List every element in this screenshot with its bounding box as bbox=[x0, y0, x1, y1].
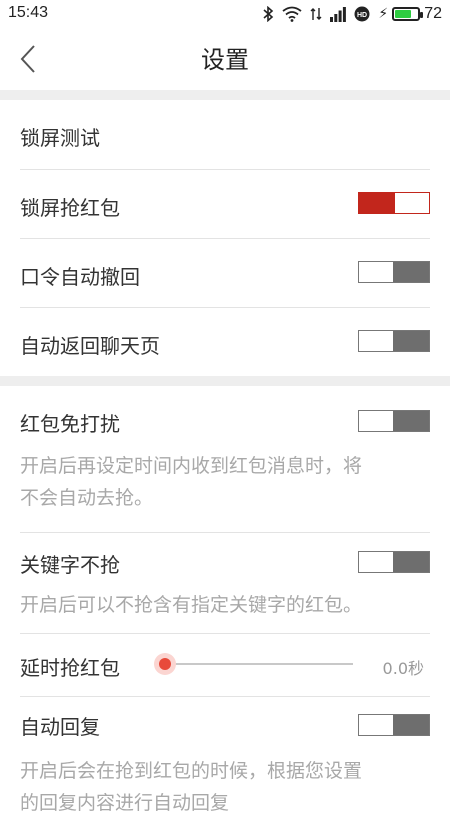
page-title: 设置 bbox=[201, 46, 249, 74]
description-line: 开启后会在抢到红包的时候，根据您设置 bbox=[20, 760, 363, 782]
wifi-icon bbox=[282, 6, 302, 22]
setting-row-keyword: 关键字不抢 开启后可以不抢含有指定关键字的红包。 bbox=[0, 533, 450, 633]
setting-label: 红包免打扰 bbox=[20, 412, 120, 436]
setting-row-dnd: 红包免打扰 开启后再设定时间内收到红包消息时，将 不会自动去抢。 bbox=[0, 386, 450, 532]
toggle-knob bbox=[393, 262, 429, 282]
dnd-toggle[interactable] bbox=[358, 410, 430, 432]
setting-row-password-recall: 口令自动撤回 bbox=[0, 239, 450, 307]
toggle-knob bbox=[393, 552, 429, 572]
toggle-knob bbox=[393, 715, 429, 735]
section-gap bbox=[0, 90, 450, 100]
setting-row-auto-reply: 自动回复 开启后会在抢到红包的时候，根据您设置 的回复内容进行自动回复 bbox=[0, 697, 450, 814]
delay-slider-thumb[interactable] bbox=[154, 653, 176, 675]
setting-label: 延时抢红包 bbox=[20, 656, 120, 680]
description-line: 的回复内容进行自动回复 bbox=[20, 792, 230, 814]
auto-reply-toggle[interactable] bbox=[358, 714, 430, 736]
toggle-knob bbox=[359, 193, 395, 213]
setting-label: 锁屏抢红包 bbox=[20, 196, 120, 220]
svg-text:HD: HD bbox=[357, 12, 367, 19]
setting-label: 口令自动撤回 bbox=[20, 265, 140, 289]
header: 设置 bbox=[0, 28, 450, 90]
status-time: 15:43 bbox=[8, 4, 49, 21]
toggle-knob bbox=[393, 411, 429, 431]
setting-label: 关键字不抢 bbox=[20, 553, 120, 577]
keyword-toggle[interactable] bbox=[358, 551, 430, 573]
setting-label: 锁屏测试 bbox=[20, 126, 100, 150]
delay-value: 0.0秒 bbox=[382, 659, 424, 678]
slider-thumb-dot bbox=[159, 658, 171, 670]
setting-row-auto-return: 自动返回聊天页 bbox=[0, 308, 450, 376]
status-bar: 15:43 HD ⚡ 72 bbox=[0, 0, 450, 28]
4g-signal-icon bbox=[310, 8, 322, 20]
battery-fill bbox=[395, 10, 412, 18]
charging-icon: ⚡ bbox=[378, 6, 389, 22]
battery-icon bbox=[392, 7, 424, 21]
setting-row-lock-test[interactable]: 锁屏测试 bbox=[0, 100, 450, 170]
bluetooth-icon bbox=[263, 6, 274, 22]
setting-description: 开启后可以不抢含有指定关键字的红包。 bbox=[20, 594, 363, 616]
section-gap bbox=[0, 376, 450, 386]
hd-icon: HD bbox=[354, 6, 370, 22]
setting-description: 开启后再设定时间内收到红包消息时，将 不会自动去抢。 bbox=[20, 450, 424, 514]
delay-slider-track[interactable] bbox=[165, 663, 353, 665]
status-icons: HD ⚡ 72 bbox=[262, 4, 442, 24]
description-line: 不会自动去抢。 bbox=[20, 487, 154, 509]
toggle-knob bbox=[393, 331, 429, 351]
description-line: 开启后再设定时间内收到红包消息时，将 bbox=[20, 455, 363, 477]
lock-grab-toggle[interactable] bbox=[358, 192, 430, 214]
battery-percent: 72 bbox=[424, 5, 442, 22]
setting-description: 开启后会在抢到红包的时候，根据您设置 的回复内容进行自动回复 bbox=[20, 755, 424, 819]
signal-icon bbox=[330, 7, 347, 22]
setting-label: 自动返回聊天页 bbox=[20, 334, 160, 358]
battery: ⚡ 72 bbox=[378, 5, 442, 23]
setting-label: 自动回复 bbox=[20, 715, 100, 739]
password-recall-toggle[interactable] bbox=[358, 261, 430, 283]
setting-row-lock-grab: 锁屏抢红包 bbox=[0, 170, 450, 238]
auto-return-toggle[interactable] bbox=[358, 330, 430, 352]
